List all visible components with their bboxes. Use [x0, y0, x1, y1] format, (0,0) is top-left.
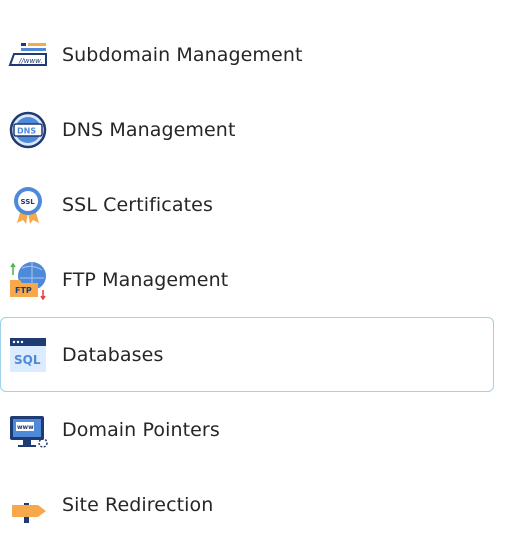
- menu-item-ftp-management[interactable]: FTP FTP Management: [0, 242, 490, 317]
- menu-item-label: Databases: [62, 343, 164, 366]
- menu-item-domain-pointers[interactable]: www Domain Pointers: [0, 392, 490, 467]
- subdomain-www-icon: //www.: [7, 34, 49, 76]
- svg-text:FTP: FTP: [15, 286, 32, 295]
- menu-item-label: Domain Pointers: [62, 418, 220, 441]
- menu-item-label: Subdomain Management: [62, 43, 303, 66]
- menu-item-label: SSL Certificates: [62, 193, 213, 216]
- svg-text:SQL: SQL: [14, 353, 41, 367]
- sql-window-icon: SQL: [7, 334, 49, 376]
- menu-item-site-redirection[interactable]: Site Redirection: [0, 467, 490, 542]
- ssl-badge-icon: SSL: [7, 184, 49, 226]
- svg-text:SSL: SSL: [21, 198, 36, 206]
- menu-item-subdomain-management[interactable]: //www. Subdomain Management: [0, 17, 490, 92]
- monitor-www-icon: www: [7, 409, 49, 451]
- redirect-arrow-icon: [7, 484, 49, 526]
- menu-item-dns-management[interactable]: DNS DNS Management: [0, 92, 490, 167]
- menu-item-label: DNS Management: [62, 118, 236, 141]
- sidebar-menu: //www. Subdomain Management DNS DNS Mana…: [0, 0, 507, 523]
- menu-item-label: FTP Management: [62, 268, 229, 291]
- menu-item-label: Site Redirection: [62, 493, 214, 516]
- menu-item-databases[interactable]: SQL Databases: [0, 317, 494, 392]
- svg-text://www.: //www.: [18, 57, 43, 65]
- svg-text:DNS: DNS: [17, 126, 36, 135]
- ftp-folder-globe-icon: FTP: [7, 259, 49, 301]
- dns-globe-icon: DNS: [7, 109, 49, 151]
- svg-text:www: www: [17, 424, 34, 431]
- menu-item-ssl-certificates[interactable]: SSL SSL Certificates: [0, 167, 490, 242]
